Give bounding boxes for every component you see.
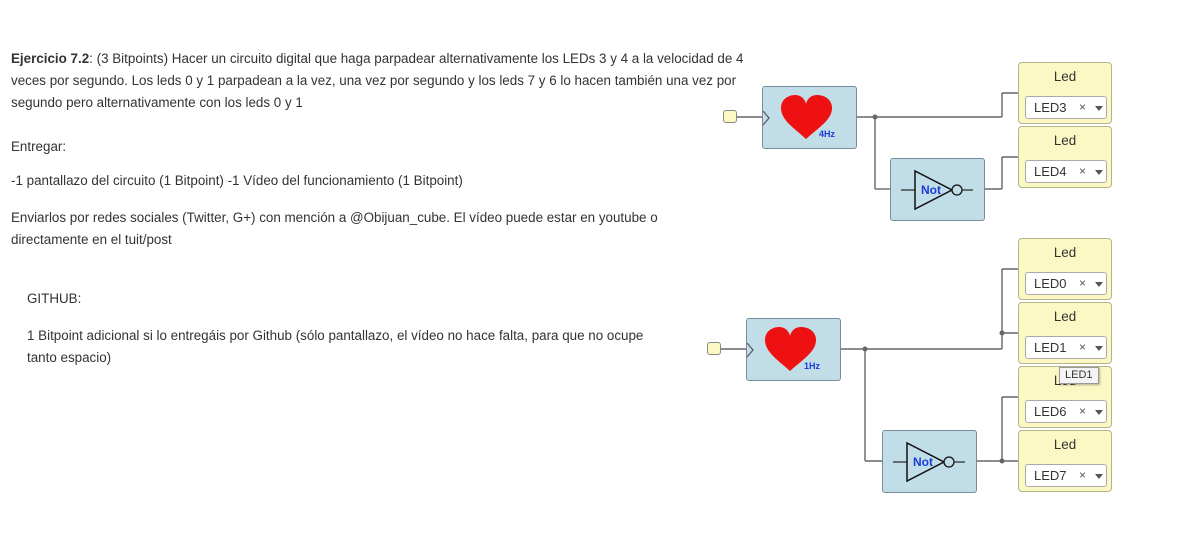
circuit-wires (721, 92, 1019, 464)
input-port-bottom[interactable] (707, 342, 721, 355)
clock-block-4hz[interactable]: 4Hz (762, 86, 857, 149)
led-select[interactable]: LED3 × (1025, 96, 1107, 119)
dropdown-arrow-icon[interactable] (1095, 346, 1103, 351)
input-arrow-icon (763, 110, 770, 126)
clear-icon[interactable]: × (1079, 164, 1086, 178)
led-select-value: LED3 (1034, 100, 1067, 115)
dropdown-arrow-icon[interactable] (1095, 170, 1103, 175)
led-title: Led (1053, 133, 1077, 148)
clear-icon[interactable]: × (1079, 276, 1086, 290)
clock-frequency-label: 1Hz (804, 361, 821, 371)
clock-frequency-label: 4Hz (819, 129, 836, 139)
led-block-led0[interactable]: Led LED0 × (1018, 238, 1112, 300)
led-select-value: LED0 (1034, 276, 1067, 291)
clear-icon[interactable]: × (1079, 340, 1086, 354)
tooltip: LED1 (1059, 367, 1099, 384)
led-select[interactable]: LED6 × (1025, 400, 1107, 423)
led-block-led3[interactable]: Led LED3 × (1018, 62, 1112, 124)
led-block-led7[interactable]: Led LED7 × (1018, 430, 1112, 492)
led-select-value: LED7 (1034, 468, 1067, 483)
dropdown-arrow-icon[interactable] (1095, 410, 1103, 415)
clear-icon[interactable]: × (1079, 100, 1086, 114)
led-select-value: LED6 (1034, 404, 1067, 419)
led-select[interactable]: LED7 × (1025, 464, 1107, 487)
led-block-led1[interactable]: Led LED1 × (1018, 302, 1112, 364)
clock-graphic (747, 327, 816, 371)
led-select[interactable]: LED4 × (1025, 160, 1107, 183)
led-title: Led (1053, 309, 1077, 324)
not-gate-block-top[interactable]: Not (890, 158, 985, 221)
dropdown-arrow-icon[interactable] (1095, 106, 1103, 111)
led-select-value: LED1 (1034, 340, 1067, 355)
not-gate-block-bottom[interactable]: Not (882, 430, 977, 493)
not-gate-label: Not (921, 183, 941, 197)
clear-icon[interactable]: × (1079, 468, 1086, 482)
led-title: Led (1053, 437, 1077, 452)
led-title: Led (1053, 245, 1077, 260)
not-gate-label: Not (913, 455, 933, 469)
input-port-top[interactable] (723, 110, 737, 123)
clock-block-1hz[interactable]: 1Hz (746, 318, 841, 381)
clock-graphic (763, 95, 832, 139)
clear-icon[interactable]: × (1079, 404, 1086, 418)
led-select[interactable]: LED0 × (1025, 272, 1107, 295)
dropdown-arrow-icon[interactable] (1095, 282, 1103, 287)
led-select-value: LED4 (1034, 164, 1067, 179)
led-block-led4[interactable]: Led LED4 × (1018, 126, 1112, 188)
led-title: Led (1053, 69, 1077, 84)
input-arrow-icon (747, 342, 754, 358)
led-select[interactable]: LED1 × (1025, 336, 1107, 359)
dropdown-arrow-icon[interactable] (1095, 474, 1103, 479)
